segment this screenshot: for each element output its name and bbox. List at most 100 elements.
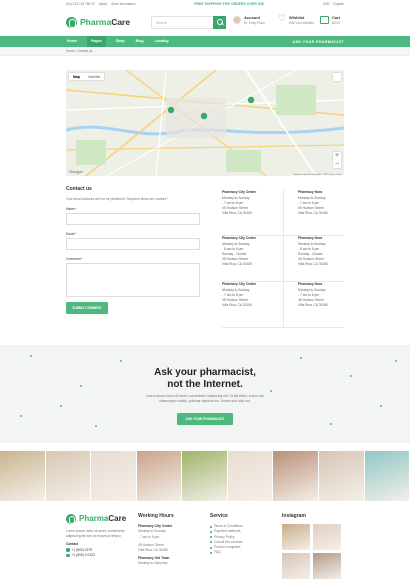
search-input[interactable]: Search — [151, 15, 213, 29]
logo-icon — [66, 514, 76, 524]
gallery-photo[interactable] — [364, 451, 410, 501]
store-list: Pharmacy City Center Monday to Sunday - 7 … — [222, 190, 344, 328]
bullet-icon — [210, 536, 212, 539]
ask-pharmacist-link[interactable]: ASK YOUR PHARMACIST — [293, 40, 344, 44]
store-detail: Villa Rica, CA 30180 — [222, 211, 252, 215]
instagram-photo[interactable] — [313, 553, 341, 580]
nav-shop[interactable]: Shop — [115, 36, 126, 47]
google-logo: Google — [69, 169, 83, 174]
map-canvas — [66, 70, 344, 176]
store-card: Pharmacy Nora Monday to Sunday - 7 am to 8… — [283, 190, 344, 236]
fullscreen-button[interactable] — [333, 73, 341, 81]
footer-logo[interactable]: PharmaCare — [66, 514, 138, 524]
instagram-photo[interactable] — [313, 524, 341, 551]
nav-landing[interactable]: Landing — [154, 36, 170, 47]
instagram-photo[interactable] — [282, 553, 310, 580]
service-link[interactable]: FAQ — [210, 550, 282, 555]
bullet-icon — [210, 541, 212, 544]
store-detail: Villa Rica, CA 30180 — [298, 211, 328, 215]
email-label: Email * — [66, 232, 77, 236]
store-info-link[interactable]: Store Information — [111, 2, 135, 6]
store-card: Pharmacy City Center Monday to Sunday - 7 … — [222, 282, 283, 328]
wishlist-sub: Edit Your Wishlist — [289, 21, 314, 25]
store-name: Pharmacy Nora — [298, 190, 323, 194]
logo-text: PharmaCare — [80, 17, 131, 27]
store-name: Pharmacy City Center — [222, 236, 257, 240]
top-bar: (00) 123 / 45 789 00 About Store Informa… — [0, 0, 410, 8]
nav-pages[interactable]: Pages — [87, 36, 106, 47]
store-card: Pharmacy Nora Monday to Sunday - 8 am to 6… — [283, 236, 344, 282]
map-type-map[interactable]: Map — [69, 73, 84, 80]
main-nav: Home Pages Shop Blog Landing ASK YOUR PH… — [0, 36, 410, 47]
hours-line: Monday to Saturday — [138, 561, 168, 566]
language-select[interactable]: English — [334, 2, 344, 6]
store-detail: Villa Rica, CA 30180 — [298, 303, 328, 307]
store-name: Pharmacy City Center — [222, 282, 257, 286]
site-header: PharmaCare Search Account Hi, Emily Rollo… — [0, 8, 410, 36]
phone-icon — [66, 553, 70, 558]
phone-icon — [66, 548, 70, 552]
footer-about-text: Lorem ipsum dolor sit amet, consectetur … — [66, 529, 125, 539]
submit-comment-button[interactable]: SUBMIT COMMENT — [66, 302, 108, 314]
nav-blog[interactable]: Blog — [135, 36, 145, 47]
cart-title: Cart — [332, 15, 341, 20]
breadcrumb: Home / Contact us — [0, 47, 410, 56]
logo-icon — [66, 16, 77, 28]
comment-label: Comment * — [66, 257, 83, 261]
search-bar: Search — [151, 15, 226, 29]
footer-instagram: Instagram — [282, 513, 344, 580]
store-name: Pharmacy Nora — [298, 236, 323, 240]
name-field[interactable] — [66, 213, 200, 225]
wishlist-link[interactable]: WishlistEdit Your Wishlist — [278, 14, 314, 25]
bullet-icon — [210, 531, 212, 533]
heart-icon — [278, 14, 286, 24]
store-card: Pharmacy City Center Monday to Sunday - 7 … — [222, 190, 283, 236]
zoom-out-button[interactable]: − — [333, 160, 341, 168]
gallery-photo[interactable] — [0, 451, 46, 501]
footer-about: PharmaCare Lorem ipsum dolor sit amet, c… — [66, 514, 138, 579]
nav-home[interactable]: Home — [66, 36, 78, 47]
instagram-title: Instagram — [282, 513, 306, 519]
ask-pharmacist-section: Ask your pharmacist, not the Internet. Lo… — [0, 345, 410, 443]
search-button[interactable] — [213, 15, 226, 29]
store-detail: 45 Hudson Street Villa Rica, CA 30180 — [222, 257, 252, 266]
zoom-in-button[interactable]: + — [333, 152, 341, 160]
ask-pharmacist-button[interactable]: ASK YOUR PHARMACIST — [176, 413, 234, 425]
gallery-photo[interactable] — [227, 451, 274, 501]
store-map[interactable]: Map Satellite + − Google Keyboard shortc… — [66, 70, 344, 176]
map-type-satellite[interactable]: Satellite — [84, 73, 104, 80]
cart-link[interactable]: Cart $0.00 — [320, 15, 340, 25]
instagram-photo[interactable] — [282, 524, 310, 551]
gallery-photo[interactable] — [182, 451, 228, 501]
map-type-toggle: Map Satellite — [69, 73, 105, 80]
wishlist-title: Wishlist — [289, 15, 305, 20]
comment-field[interactable] — [66, 263, 200, 297]
account-greeting: Hi, Emily Rollo — [244, 21, 265, 25]
account-title: Account — [244, 15, 260, 20]
store-name: Pharmacy Nora — [298, 282, 323, 286]
gallery-photo[interactable] — [273, 451, 319, 501]
gallery-photo[interactable] — [318, 451, 365, 501]
photo-gallery — [0, 451, 410, 501]
hours-line: Villa Rica, CA 30180 — [138, 548, 168, 553]
about-link[interactable]: About — [99, 2, 107, 6]
map-attribution: Keyboard shortcuts Map data ©2021 Terms … — [290, 174, 344, 176]
store-detail: Villa Rica, CA 30180 — [222, 303, 252, 307]
email-field[interactable] — [66, 238, 200, 250]
bullet-icon — [210, 551, 212, 554]
avatar — [233, 16, 241, 24]
contact-form: Contact us Your email address will not b… — [66, 186, 202, 314]
phone-number: (00) 123 / 45 789 00 — [66, 2, 95, 6]
gallery-photo[interactable] — [136, 451, 183, 501]
currency-select[interactable]: USD — [323, 2, 330, 6]
cart-icon — [320, 16, 329, 24]
required-note: Your email address will not be published… — [66, 197, 169, 201]
logo[interactable]: PharmaCare — [66, 16, 151, 28]
account-link[interactable]: Account Hi, Emily Rollo — [233, 15, 265, 25]
gallery-photo[interactable] — [45, 451, 92, 501]
footer-hours: Working Hours Pharmacy City Center Monda… — [138, 513, 210, 579]
bullet-icon — [210, 525, 212, 528]
footer-phone-2[interactable]: +1 (800) 4 0123 — [66, 553, 138, 558]
cart-total: $0.00 — [332, 21, 340, 25]
gallery-photo[interactable] — [91, 451, 137, 501]
